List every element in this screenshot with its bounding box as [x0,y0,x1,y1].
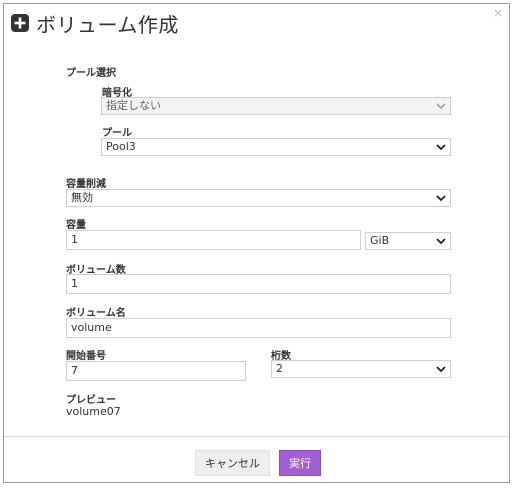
footer-divider [4,436,509,437]
preview-label: プレビュー [66,395,116,406]
preview-value: volume07 [66,405,121,418]
encryption-value: 指定しない [106,99,161,112]
database-add-icon [11,14,29,32]
chevron-down-icon [436,366,446,373]
capacity-reduction-label: 容量削減 [66,179,106,190]
start-number-label: 開始番号 [66,351,106,362]
volume-name-label: ボリューム名 [66,308,126,319]
pool-select[interactable]: Pool3 [101,138,451,156]
cancel-button[interactable]: キャンセル [195,450,270,476]
digits-select[interactable]: 2 [271,360,451,378]
pool-selection-label: プール選択 [66,68,116,79]
volume-count-input[interactable]: 1 [66,274,451,294]
volume-name-input[interactable]: volume [66,318,451,338]
capacity-reduction-value: 無効 [71,191,93,204]
chevron-down-icon [436,195,446,202]
capacity-unit-value: GiB [370,234,390,247]
run-button[interactable]: 実行 [279,450,321,476]
capacity-input[interactable]: 1 [66,230,361,250]
capacity-label: 容量 [66,220,86,231]
chevron-down-icon [436,238,446,245]
digits-value: 2 [276,362,283,375]
close-icon[interactable]: × [493,6,503,20]
start-number-input[interactable]: 7 [66,361,246,381]
pool-value: Pool3 [106,140,136,153]
create-volume-dialog: ボリューム作成 × プール選択 暗号化 指定しない プール Pool3 容量削減… [3,3,510,483]
capacity-reduction-select[interactable]: 無効 [66,189,451,207]
chevron-down-icon [436,144,446,151]
chevron-down-icon [436,103,446,109]
capacity-unit-select[interactable]: GiB [365,232,451,250]
dialog-title-text: ボリューム作成 [36,12,179,37]
dialog-title: ボリューム作成 [10,9,179,37]
pool-label: プール [102,128,132,139]
encryption-select: 指定しない [101,97,451,115]
